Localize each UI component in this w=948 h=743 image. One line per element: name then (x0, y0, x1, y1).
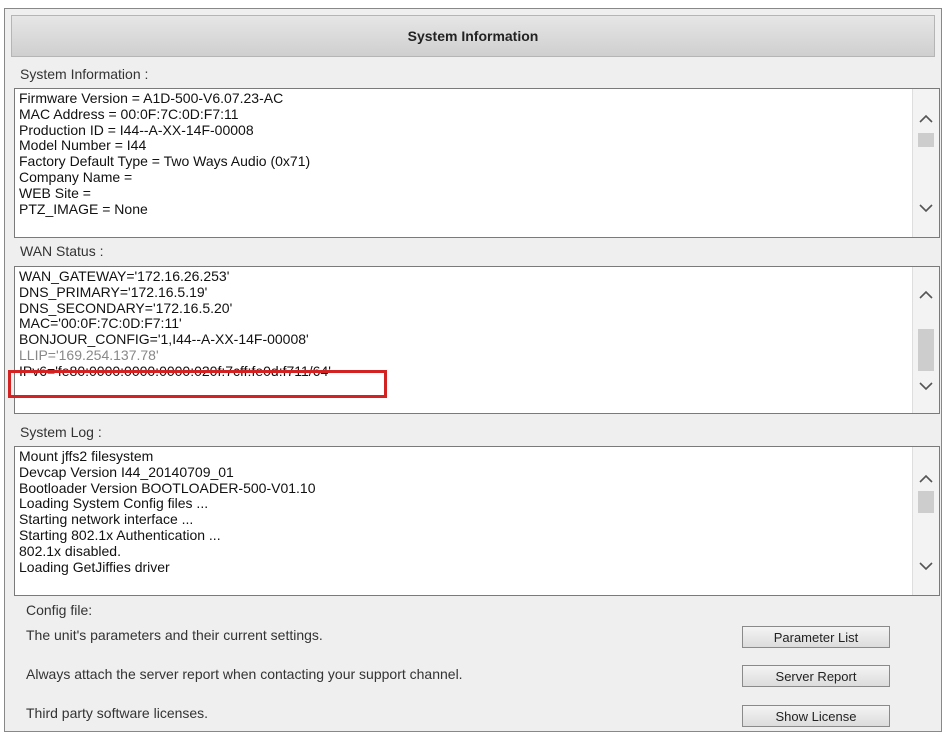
parameter-list-description: The unit's parameters and their current … (26, 627, 323, 643)
wan-status-lines: WAN_GATEWAY='172.16.26.253' DNS_PRIMARY=… (19, 269, 911, 413)
scroll-up-icon[interactable] (913, 285, 939, 303)
system-log-lines: Mount jffs2 filesystem Devcap Version I4… (19, 449, 911, 595)
wan-status-line: DNS_PRIMARY='172.16.5.19' (19, 283, 208, 300)
wan-status-line: LLIP='169.254.137.78' (19, 346, 159, 363)
scroll-down-icon[interactable] (913, 199, 939, 217)
scrollbar-thumb[interactable] (918, 329, 934, 371)
system-log-line: 802.1x disabled. (19, 542, 121, 559)
system-log-line: Loading GetJiffies driver (19, 558, 170, 575)
panel-title: System Information (11, 15, 935, 57)
system-log-line: Starting 802.1x Authentication ... (19, 526, 221, 543)
system-log-line: Devcap Version I44_20140709_01 (19, 463, 234, 480)
system-info-line: MAC Address = 00:0F:7C:0D:F7:11 (19, 105, 239, 122)
wan-status-line: MAC='00:0F:7C:0D:F7:11' (19, 315, 182, 332)
system-log-line: Loading System Config files ... (19, 495, 209, 512)
system-info-line: Firmware Version = A1D-500-V6.07.23-AC (19, 91, 284, 106)
system-log-label: System Log : (20, 424, 102, 440)
show-license-description: Third party software licenses. (26, 705, 209, 721)
system-log-scrollbar[interactable] (912, 447, 939, 595)
wan-status-line: WAN_GATEWAY='172.16.26.253' (19, 269, 230, 284)
system-information-textbox[interactable]: Firmware Version = A1D-500-V6.07.23-AC M… (14, 88, 940, 238)
system-info-line: Company Name = (19, 168, 133, 185)
system-log-textbox[interactable]: Mount jffs2 filesystem Devcap Version I4… (14, 446, 940, 596)
system-information-scrollbar[interactable] (912, 89, 939, 237)
system-log-line: Bootloader Version BOOTLOADER-500-V01.10 (19, 479, 316, 496)
server-report-button[interactable]: Server Report (742, 665, 890, 687)
system-info-line: Model Number = I44 (19, 137, 147, 154)
wan-status-textbox[interactable]: WAN_GATEWAY='172.16.26.253' DNS_PRIMARY=… (14, 266, 940, 414)
scroll-down-icon[interactable] (913, 557, 939, 575)
wan-status-line: IPv6='fe80:0000:0000:0000:020f:7cff:fe0d… (19, 362, 331, 379)
config-file-label: Config file: (26, 602, 93, 618)
system-information-lines: Firmware Version = A1D-500-V6.07.23-AC M… (19, 91, 911, 237)
scroll-down-icon[interactable] (913, 377, 939, 395)
scrollbar-thumb[interactable] (918, 491, 934, 513)
system-log-line: Starting network interface ... (19, 511, 194, 528)
scroll-up-icon[interactable] (913, 469, 939, 487)
system-log-line: Mount jffs2 filesystem (19, 449, 154, 464)
system-info-line: Factory Default Type = Two Ways Audio (0… (19, 153, 311, 170)
wan-status-line: DNS_SECONDARY='172.16.5.20' (19, 299, 233, 316)
wan-status-scrollbar[interactable] (912, 267, 939, 413)
wan-status-label: WAN Status : (20, 243, 104, 259)
system-info-line: WEB Site = (19, 184, 91, 201)
wan-status-line: BONJOUR_CONFIG='1,I44--A-XX-14F-00008' (19, 331, 309, 348)
scrollbar-thumb[interactable] (918, 133, 934, 147)
system-information-label: System Information : (20, 66, 149, 82)
system-info-line: PTZ_IMAGE = None (19, 200, 148, 217)
show-license-button[interactable]: Show License (742, 705, 890, 727)
parameter-list-button[interactable]: Parameter List (742, 626, 890, 648)
server-report-description: Always attach the server report when con… (26, 666, 463, 682)
system-info-line: Production ID = I44--A-XX-14F-00008 (19, 121, 254, 138)
scroll-up-icon[interactable] (913, 109, 939, 127)
